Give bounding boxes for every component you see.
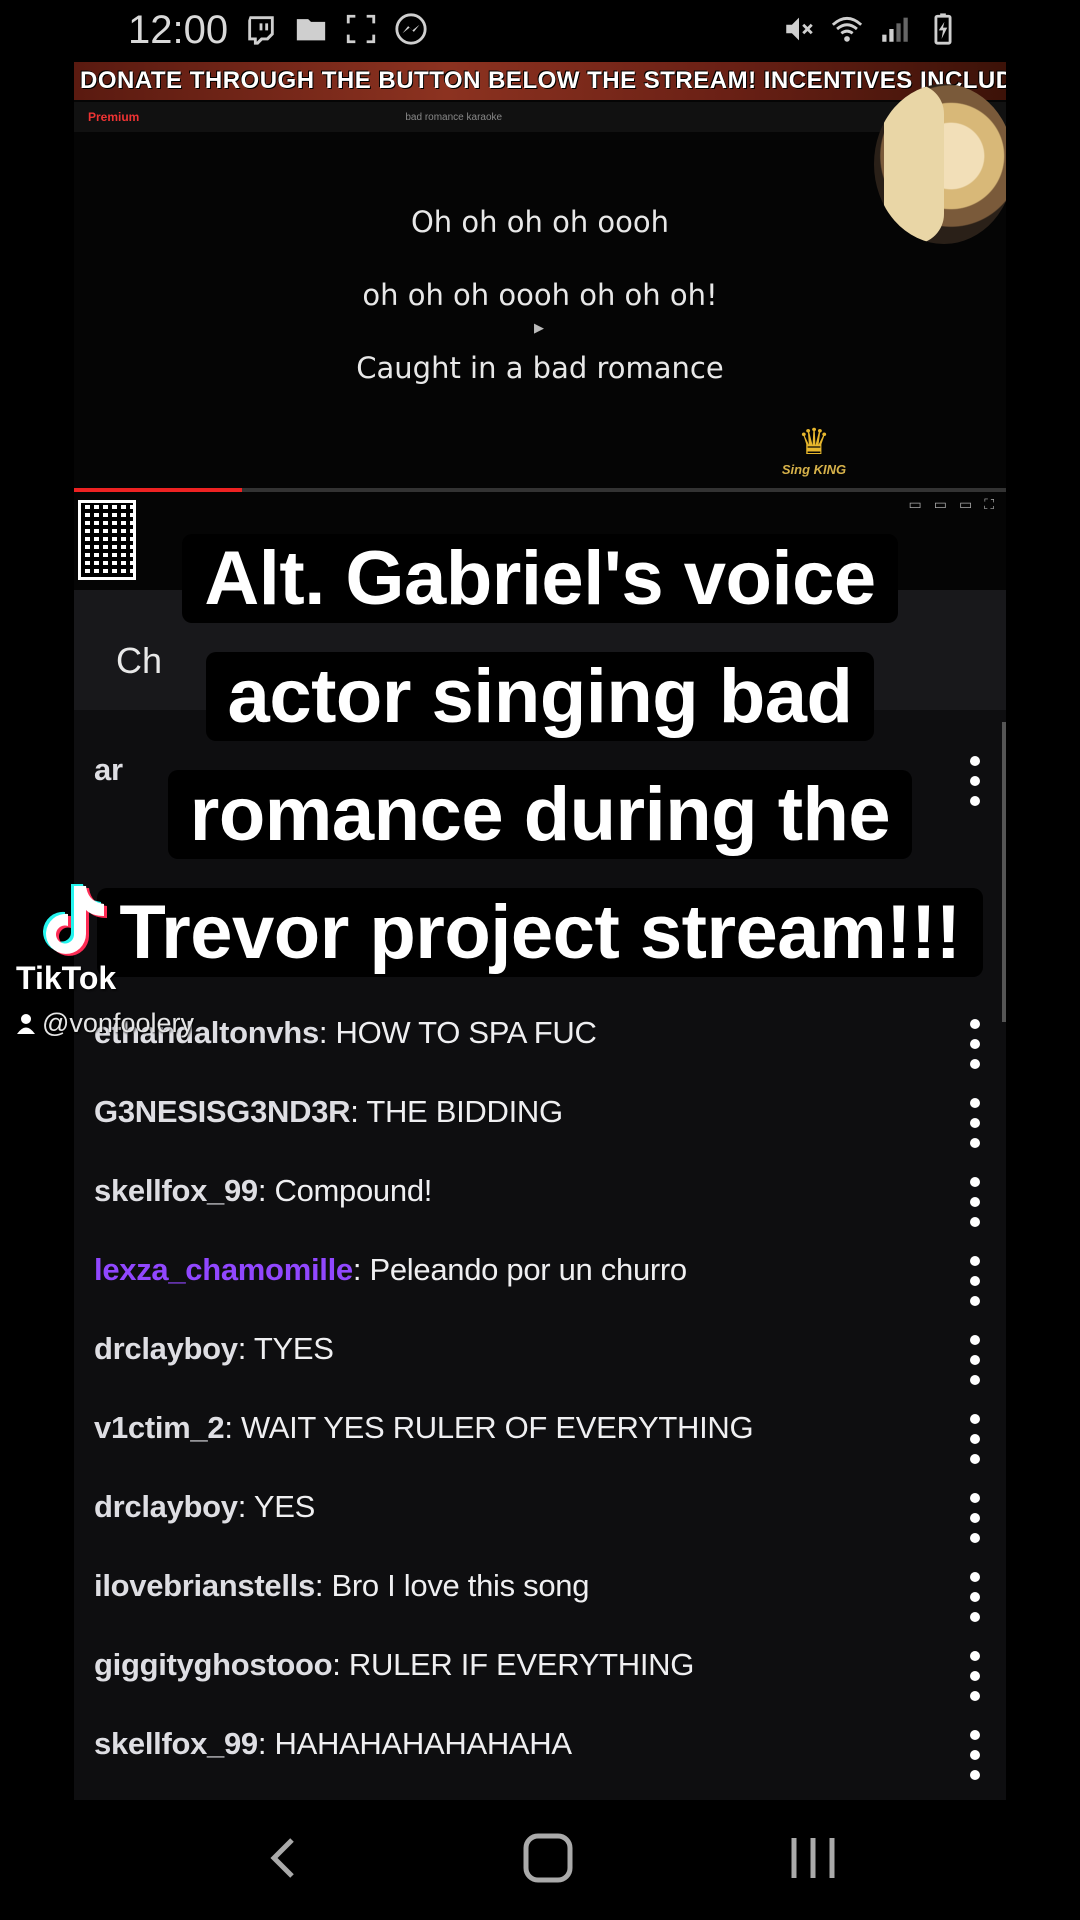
screenshot-icon xyxy=(346,14,376,44)
youtube-logo: Premium xyxy=(88,110,140,124)
chat-message: giggityghostooo: RULER IF EVERYTHING xyxy=(94,1647,694,1683)
chat-text: : HAHAHAHAHAHAHA xyxy=(257,1726,572,1761)
chat-username[interactable]: ilovebrianstells xyxy=(94,1568,315,1603)
battery-icon xyxy=(934,13,952,45)
chat-message-row[interactable]: v1ctim_2: WAIT YES RULER OF EVERYTHING xyxy=(74,1396,1006,1475)
status-bar: 12:00 xyxy=(0,0,1080,62)
youtube-search: bad romance karaoke xyxy=(405,111,503,123)
twitch-icon xyxy=(248,16,274,45)
chat-message: drclayboy: YES xyxy=(94,1489,315,1525)
banner-text: DONATE THROUGH THE BUTTON BELOW THE STRE… xyxy=(80,67,1006,94)
chat-message: G3NESISG3ND3R: THE BIDDING xyxy=(94,1094,563,1130)
status-system-icons xyxy=(782,12,960,46)
chat-message-row[interactable]: skellfox_99: HAHAHAHAHAHAHA xyxy=(74,1712,1006,1791)
chat-text: : THE BIDDING xyxy=(350,1094,563,1129)
lyric-line: Caught in a bad romance xyxy=(356,351,724,385)
user-icon xyxy=(17,1013,35,1034)
chat-message: skellfox_99: Compound! xyxy=(94,1173,432,1209)
chat-username[interactable]: giggityghostooo xyxy=(94,1647,333,1682)
chat-username[interactable]: lexza_chamomille xyxy=(94,1252,353,1287)
more-options-icon[interactable] xyxy=(968,1335,982,1385)
signal-icon xyxy=(882,17,908,42)
more-options-icon[interactable] xyxy=(968,1019,982,1069)
chat-message-row[interactable]: ilovebrianstells: Bro I love this song xyxy=(74,1554,1006,1633)
caption-line: Alt. Gabriel's voice xyxy=(0,520,1080,638)
more-options-icon[interactable] xyxy=(968,1651,982,1701)
chat-message-row[interactable]: drclayboy: YES xyxy=(74,1475,1006,1554)
chat-username[interactable]: v1ctim_2 xyxy=(94,1410,225,1445)
chat-username[interactable]: drclayboy xyxy=(94,1489,238,1524)
chat-message-row[interactable]: skellfox_99: Compound! xyxy=(74,1159,1006,1238)
more-options-icon[interactable] xyxy=(968,1493,982,1543)
chat-text: : Peleando por un churro xyxy=(352,1252,687,1287)
android-nav-bar xyxy=(0,1800,1080,1920)
status-time: 12:00 xyxy=(128,8,229,52)
video-progress[interactable] xyxy=(74,488,1006,492)
chat-message-row[interactable]: drclayboy: TYES xyxy=(74,1317,1006,1396)
status-notification-icons xyxy=(244,12,428,46)
video-progress-fill xyxy=(74,488,242,492)
chat-message: drclayboy: TYES xyxy=(94,1331,334,1367)
caption-line: Trevor project stream!!! xyxy=(0,874,1080,992)
chat-username[interactable]: G3NESISG3ND3R xyxy=(94,1094,351,1129)
tiktok-handle: @vonfoolery xyxy=(16,1008,194,1039)
sing-king-text: Sing KING xyxy=(781,462,847,477)
chat-username[interactable]: drclayboy xyxy=(94,1331,238,1366)
chat-text: : TYES xyxy=(237,1331,334,1366)
chat-message-row[interactable]: lexza_chamomille: Peleando por un churro xyxy=(74,1238,1006,1317)
mute-icon xyxy=(786,17,813,41)
chat-username[interactable]: skellfox_99 xyxy=(94,1726,258,1761)
tiktok-logo-icon xyxy=(43,884,107,956)
player-controls: ▭ ▭ ▭ ⛶ xyxy=(908,496,994,513)
back-icon[interactable] xyxy=(250,1828,320,1888)
play-icon: ▶ xyxy=(534,320,544,335)
more-options-icon[interactable] xyxy=(968,1414,982,1464)
chat-text: : Bro I love this song xyxy=(314,1568,590,1603)
chat-text: : HOW TO SPA FUC xyxy=(318,1015,597,1050)
crown-icon: ♛ xyxy=(797,421,831,462)
home-icon[interactable] xyxy=(513,1828,583,1888)
chat-message: v1ctim_2: WAIT YES RULER OF EVERYTHING xyxy=(94,1410,754,1446)
chat-username[interactable]: skellfox_99 xyxy=(94,1173,258,1208)
fullscreen-icon[interactable]: ⛶ xyxy=(984,496,994,513)
more-options-icon[interactable] xyxy=(968,1256,982,1306)
sing-king-logo: ♛ Sing KING xyxy=(774,421,854,478)
youtube-toolbar: Premium bad romance karaoke xyxy=(74,102,1006,132)
caption-line: actor singing bad xyxy=(0,638,1080,756)
chat-message-row[interactable]: G3NESISG3ND3R: THE BIDDING xyxy=(74,1080,1006,1159)
subtitle-icon[interactable]: ▭ xyxy=(908,496,921,513)
tiktok-wordmark: TikTok xyxy=(16,960,117,996)
lyrics: Oh oh oh oh oooh oh oh oh oooh oh oh oh!… xyxy=(74,200,1006,419)
more-options-icon[interactable] xyxy=(968,1177,982,1227)
miniplayer-icon[interactable]: ▭ xyxy=(934,496,947,513)
video-caption: Alt. Gabriel's voice actor singing bad r… xyxy=(0,520,1080,992)
chat-message-row[interactable]: giggityghostooo: RULER IF EVERYTHING xyxy=(74,1633,1006,1712)
chat-text: : Compound! xyxy=(257,1173,433,1208)
chat-text: : WAIT YES RULER OF EVERYTHING xyxy=(224,1410,754,1445)
chat-message: ilovebrianstells: Bro I love this song xyxy=(94,1568,589,1604)
chat-text: : YES xyxy=(237,1489,316,1524)
recents-icon[interactable] xyxy=(778,1828,848,1888)
theater-icon[interactable]: ▭ xyxy=(959,496,972,513)
more-options-icon[interactable] xyxy=(968,1098,982,1148)
caption-line: romance during the xyxy=(0,756,1080,874)
stream-player[interactable]: DONATE THROUGH THE BUTTON BELOW THE STRE… xyxy=(74,62,1006,590)
messenger-icon xyxy=(395,13,427,45)
donation-banner: DONATE THROUGH THE BUTTON BELOW THE STRE… xyxy=(74,62,1006,100)
more-options-icon[interactable] xyxy=(968,1572,982,1622)
wifi-icon xyxy=(831,16,863,42)
more-options-icon[interactable] xyxy=(968,1730,982,1780)
chat-message: skellfox_99: HAHAHAHAHAHAHA xyxy=(94,1726,572,1762)
chat-message: lexza_chamomille: Peleando por un churro xyxy=(94,1252,687,1288)
chat-message-row[interactable]: ethandaltonvhs: HOW TO SPA FUC xyxy=(74,1001,1006,1080)
tiktok-handle-text: @vonfoolery xyxy=(42,1008,194,1038)
chat-text: : RULER IF EVERYTHING xyxy=(332,1647,695,1682)
folder-icon xyxy=(296,19,326,41)
lyric-line: Oh oh oh oh oooh xyxy=(410,205,670,239)
